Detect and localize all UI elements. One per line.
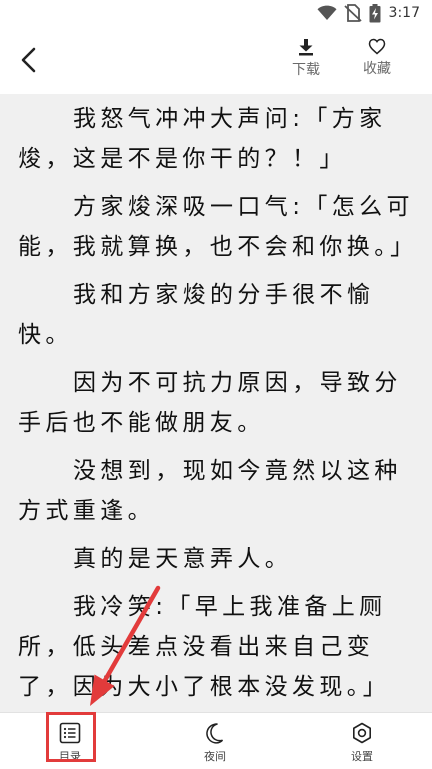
no-sim-icon bbox=[343, 4, 362, 22]
toc-highlight-box bbox=[46, 712, 96, 762]
back-button[interactable] bbox=[16, 43, 46, 77]
download-label: 下载 bbox=[292, 62, 320, 78]
settings-button[interactable]: 设置 bbox=[332, 722, 392, 764]
heart-icon bbox=[368, 38, 386, 55]
favorite-button[interactable]: 收藏 bbox=[352, 38, 402, 78]
paragraph: 方家焌深吸一口气:「怎么可能，我就算换，也不会和你换。」 bbox=[18, 194, 418, 260]
reader-header: 下载 收藏 bbox=[0, 26, 432, 94]
night-mode-button[interactable]: 夜间 bbox=[185, 722, 245, 764]
battery-charging-icon bbox=[369, 3, 381, 22]
favorite-label: 收藏 bbox=[363, 61, 391, 77]
wifi-icon bbox=[317, 5, 337, 20]
chevron-left-icon bbox=[21, 47, 36, 73]
download-button[interactable]: 下载 bbox=[281, 38, 331, 79]
moon-icon bbox=[206, 723, 224, 744]
settings-icon bbox=[352, 722, 372, 744]
night-mode-label: 夜间 bbox=[204, 750, 226, 763]
paragraph: 没想到，现如今竟然以这种方式重逢。 bbox=[18, 458, 402, 524]
download-icon bbox=[299, 39, 313, 56]
paragraph: 我冷笑:「早上我准备上厕所，低头差点没看出来自己变了，因为大小了根本没发现。」 bbox=[18, 594, 391, 700]
settings-label: 设置 bbox=[351, 750, 373, 763]
status-time: 3:17 bbox=[388, 5, 420, 21]
paragraph: 因为不可抗力原因，导致分手后也不能做朋友。 bbox=[18, 370, 402, 436]
reader-content[interactable]: 我怒气冲冲大声问:「方家焌，这是不是你干的？！」 方家焌深吸一口气:「怎么可能，… bbox=[0, 94, 432, 712]
paragraph: 真的是天意弄人。 bbox=[73, 546, 293, 572]
paragraph: 我和方家焌的分手很不愉快。 bbox=[18, 282, 375, 348]
paragraph: 我怒气冲冲大声问:「方家焌，这是不是你干的？！」 bbox=[18, 106, 387, 172]
status-bar: 3:17 bbox=[0, 0, 432, 26]
status-icons: 3:17 bbox=[317, 3, 420, 23]
